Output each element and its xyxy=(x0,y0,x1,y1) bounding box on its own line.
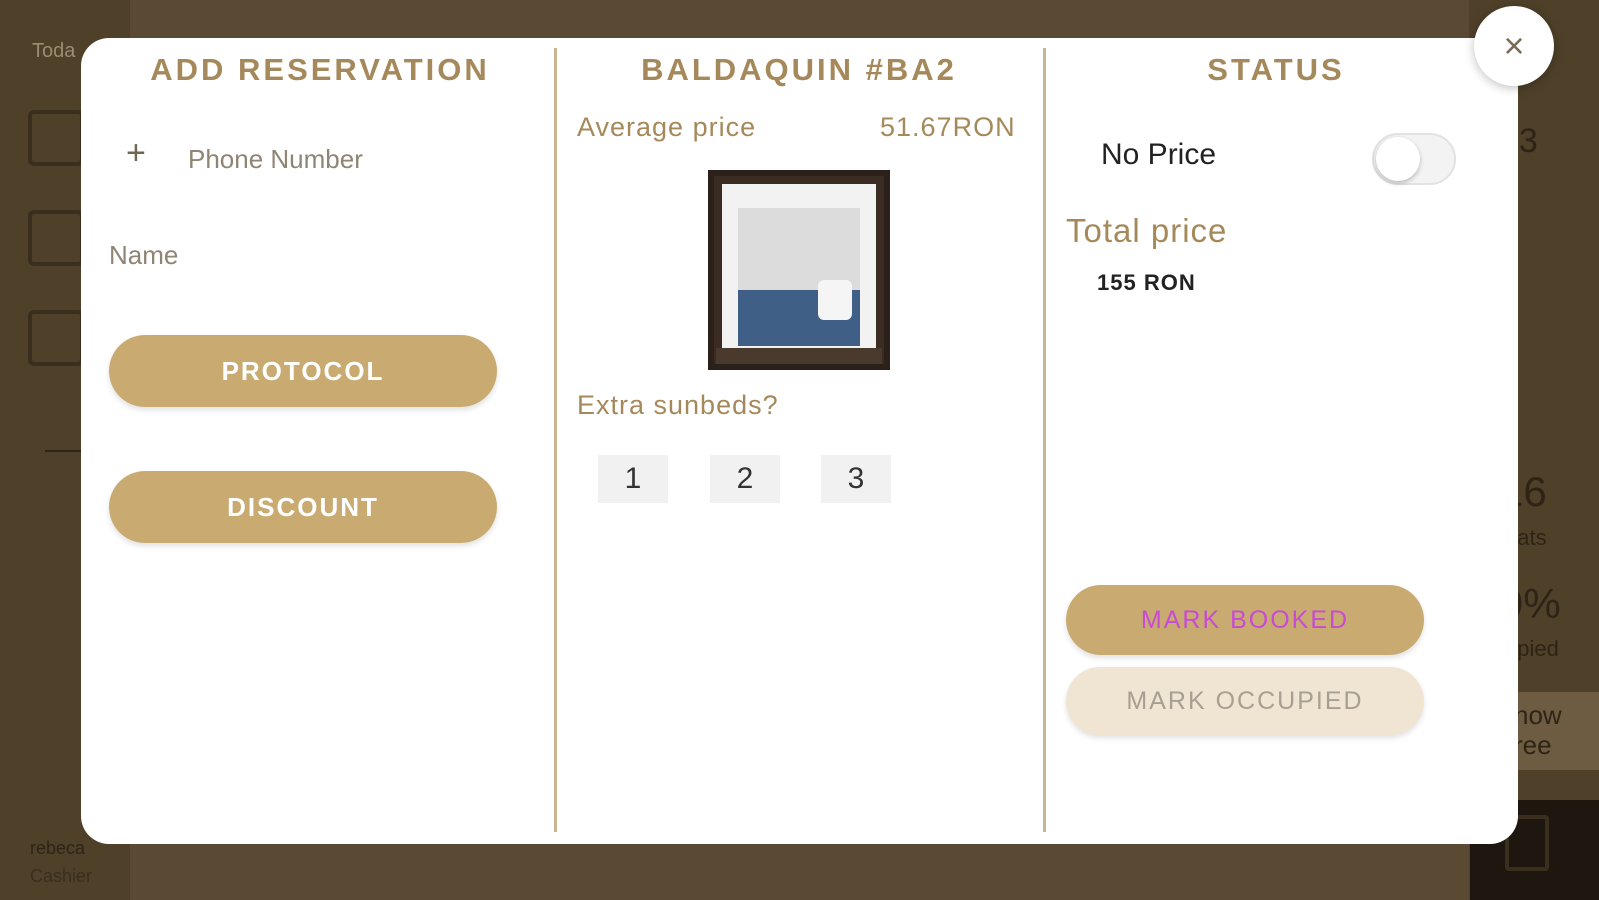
add-reservation-title: ADD RESERVATION xyxy=(150,52,490,87)
calendar-grid-icon[interactable] xyxy=(28,310,84,366)
sunbed-option-2[interactable]: 2 xyxy=(710,455,780,503)
extra-sunbeds-label: Extra sunbeds? xyxy=(577,390,779,420)
user-name: rebeca xyxy=(30,838,86,858)
total-price-value: 155 RON xyxy=(1097,270,1196,295)
toggle-knob xyxy=(1376,137,1420,181)
total-price-label: Total price xyxy=(1066,212,1228,249)
baldaquin-image xyxy=(708,170,890,370)
average-price-label: Average price xyxy=(577,112,757,142)
user-role: Cashier xyxy=(30,866,93,886)
calendar-forward-icon[interactable] xyxy=(28,210,84,266)
no-price-toggle[interactable] xyxy=(1372,133,1456,185)
download-calendar-icon[interactable] xyxy=(28,110,84,166)
sunbed-option-3[interactable]: 3 xyxy=(821,455,891,503)
today-label: Toda xyxy=(32,40,76,62)
sunbed-option-1[interactable]: 1 xyxy=(598,455,668,503)
mark-occupied-button[interactable]: MARK OCCUPIED xyxy=(1066,667,1424,735)
phone-number-input[interactable] xyxy=(186,140,520,178)
column-divider xyxy=(554,48,557,832)
baldaquin-frame xyxy=(708,170,890,370)
discount-button[interactable]: DISCOUNT xyxy=(109,471,497,543)
plus-icon[interactable]: + xyxy=(126,136,146,170)
no-price-label: No Price xyxy=(1101,138,1217,171)
item-title: BALDAQUIN #BA2 xyxy=(641,52,957,87)
name-input[interactable] xyxy=(107,236,531,274)
protocol-button[interactable]: PROTOCOL xyxy=(109,335,497,407)
average-price-value: 51.67RON xyxy=(880,112,1016,142)
column-divider xyxy=(1043,48,1046,832)
sidebar-divider xyxy=(45,450,85,452)
status-title: STATUS xyxy=(1207,52,1345,87)
mark-booked-button[interactable]: MARK BOOKED xyxy=(1066,585,1424,655)
